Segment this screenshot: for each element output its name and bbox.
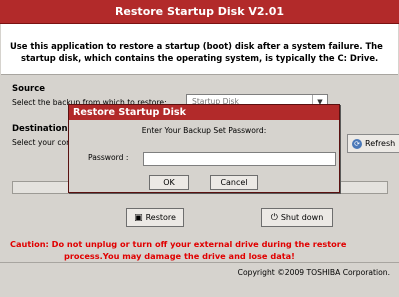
dialog-prompt: Enter Your Backup Set Password: xyxy=(141,126,267,135)
cancel-button[interactable]: Cancel xyxy=(210,175,258,190)
restore-label: Restore xyxy=(145,213,176,222)
dialog-title: Restore Startup Disk xyxy=(69,105,339,120)
ok-label: OK xyxy=(163,178,175,187)
intro-line-2: startup disk, which contains the operati… xyxy=(21,53,379,63)
footer-divider xyxy=(0,262,399,263)
intro-text: Use this application to restore a startu… xyxy=(10,40,391,64)
refresh-label: Refresh xyxy=(365,139,396,148)
cancel-label: Cancel xyxy=(220,178,248,187)
source-title: Source xyxy=(12,84,46,94)
password-label: Password : xyxy=(88,153,129,162)
caution-text: Caution: Do not unplug or turn off your … xyxy=(10,238,391,262)
refresh-button[interactable]: ⟳ Refresh xyxy=(347,134,399,153)
intro-line-1: Use this application to restore a startu… xyxy=(10,41,383,51)
shutdown-button[interactable]: ⏻ Shut down xyxy=(261,208,333,227)
copyright-text: Copyright ©2009 TOSHIBA Corporation. xyxy=(237,268,390,277)
password-input[interactable] xyxy=(143,152,336,166)
disk-icon: ▣ xyxy=(134,212,143,223)
restore-button[interactable]: ▣ Restore xyxy=(126,208,184,227)
caution-line-1: Caution: Do not unplug or turn off your … xyxy=(10,239,347,249)
refresh-icon: ⟳ xyxy=(352,138,362,149)
caution-line-2: process.You may damage the drive and los… xyxy=(64,251,295,261)
password-dialog: Restore Startup Disk Enter Your Backup S… xyxy=(68,104,340,193)
shutdown-icon: ⏻ xyxy=(270,212,278,223)
destination-title: Destination xyxy=(12,124,68,134)
window-title: Restore Startup Disk V2.01 xyxy=(0,0,399,24)
shutdown-label: Shut down xyxy=(280,213,324,222)
ok-button[interactable]: OK xyxy=(149,175,189,190)
